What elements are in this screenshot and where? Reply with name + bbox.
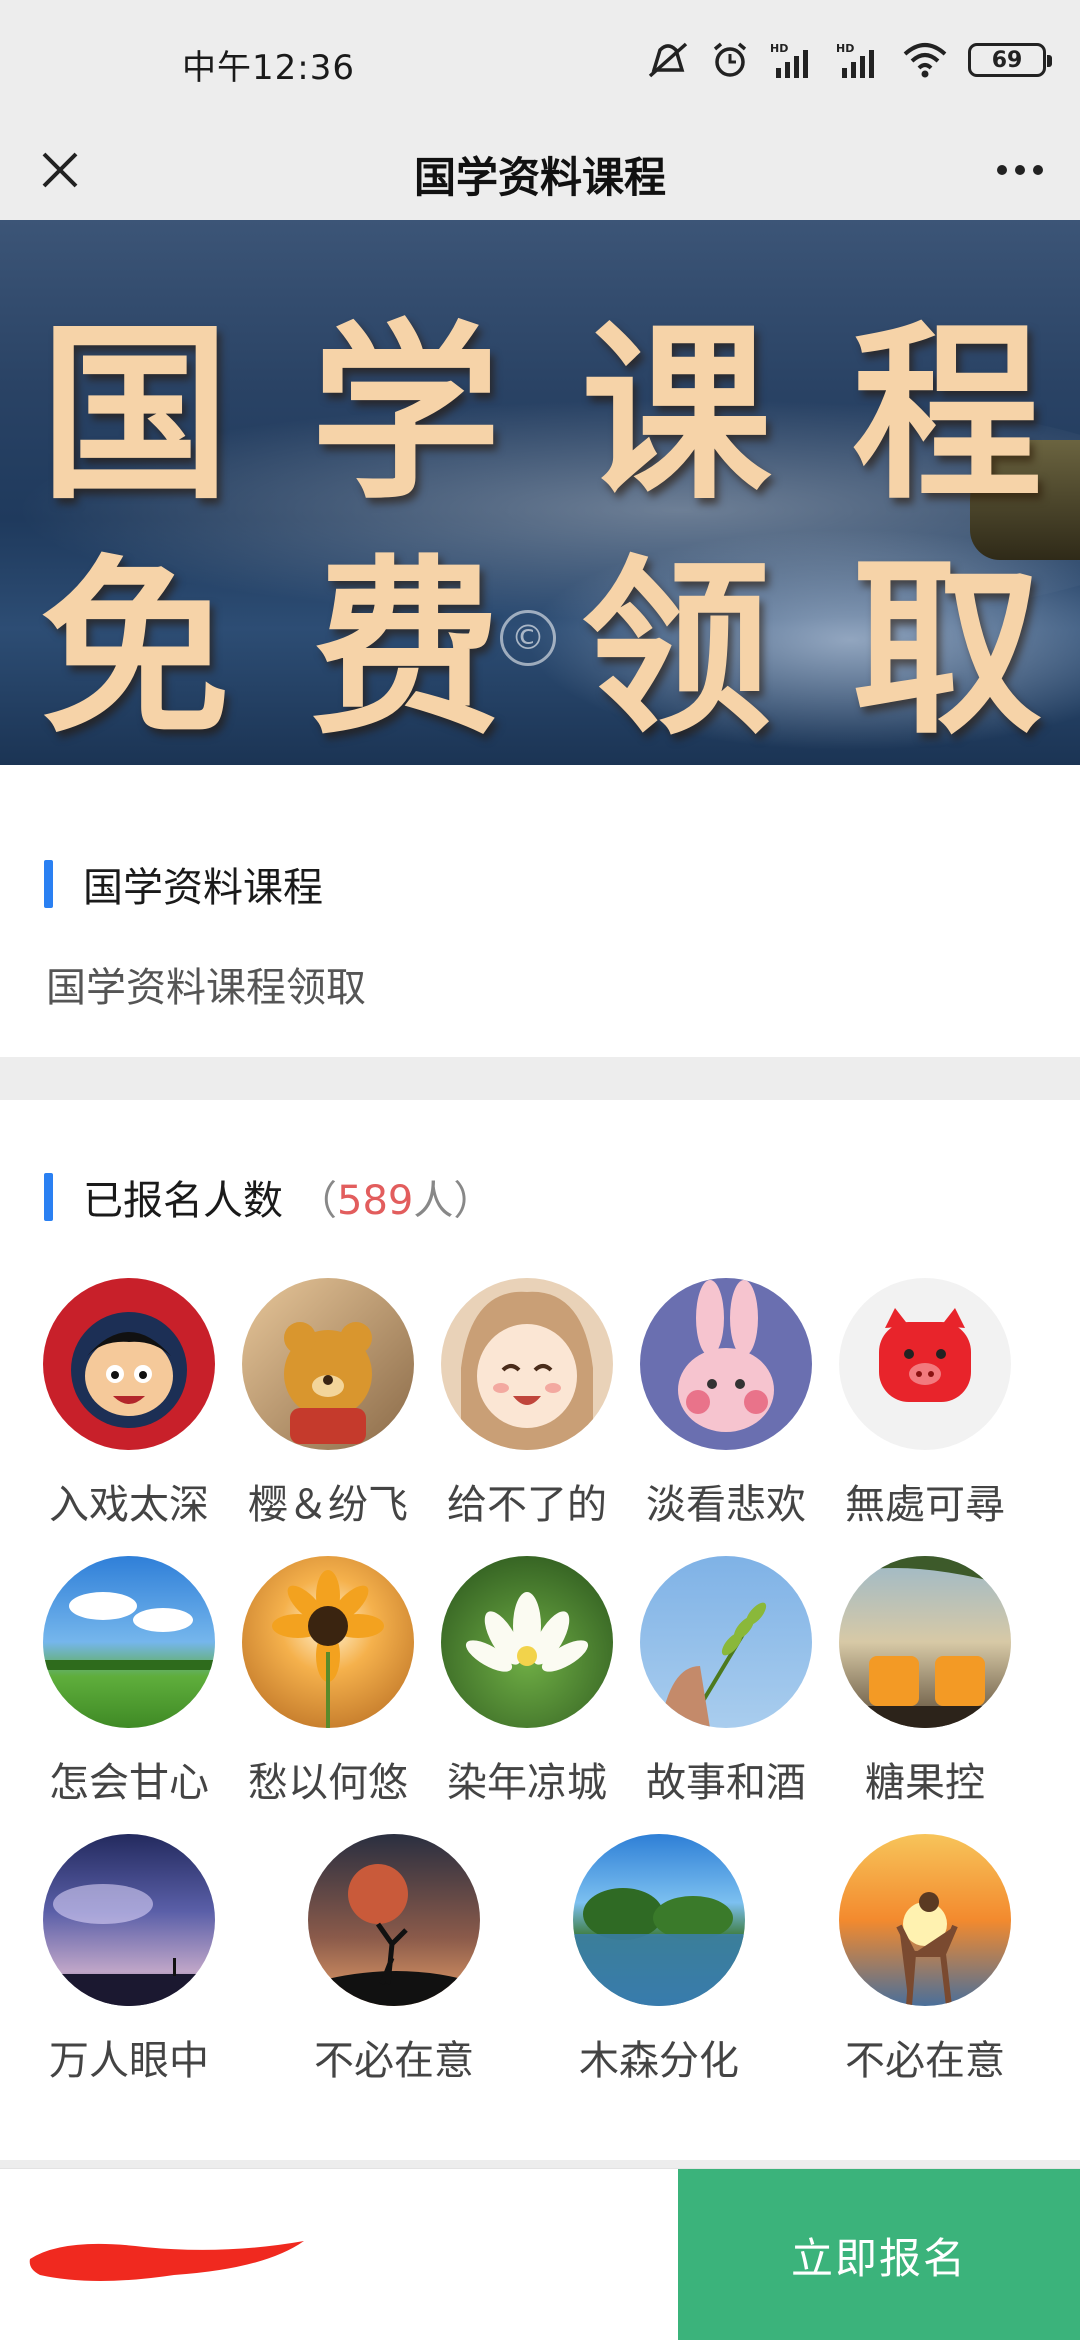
list-item[interactable]: 愁以何悠: [233, 1556, 423, 1808]
status-icons: HD HD 69: [646, 38, 1052, 82]
enrollment-card: 已报名人数 （589人） 入戏太深 樱＆纷飞 给不了的 淡看悲欢 無處可尋 怎会…: [0, 1100, 1080, 2160]
enrollment-count: （589人）: [297, 1168, 493, 1226]
member-name: 故事和酒: [646, 1760, 806, 1806]
list-item[interactable]: 糖果控: [830, 1556, 1020, 1808]
more-dot-icon: [997, 165, 1007, 175]
member-name: 入戏太深: [49, 1482, 209, 1528]
member-name: 愁以何悠: [248, 1760, 408, 1806]
count-open-paren: （: [297, 1178, 337, 1224]
status-bar: 中午12:36 HD HD 69: [0, 0, 1080, 120]
copyright-icon: ©: [500, 610, 556, 666]
list-item[interactable]: 给不了的: [432, 1278, 622, 1530]
banner-char: 费: [310, 537, 509, 760]
avatar: [640, 1278, 812, 1450]
count-unit: 人）: [413, 1178, 494, 1224]
avatar: [242, 1556, 414, 1728]
member-name: 给不了的: [447, 1482, 607, 1528]
alarm-clock-icon: [713, 42, 747, 77]
banner-headline-1: 国 学 课 程: [40, 260, 1050, 535]
section-header: 已报名人数 （589人）: [44, 1168, 493, 1226]
list-item[interactable]: 不必在意: [830, 1834, 1020, 2086]
list-item[interactable]: 無處可尋: [830, 1278, 1020, 1530]
banner-char: 学: [310, 302, 509, 525]
more-button[interactable]: [988, 138, 1052, 202]
list-item[interactable]: 淡看悲欢: [631, 1278, 821, 1530]
list-item[interactable]: 不必在意: [299, 1834, 489, 2086]
member-name: 淡看悲欢: [646, 1482, 806, 1528]
list-item[interactable]: 怎会甘心: [34, 1556, 224, 1808]
list-item[interactable]: 樱＆纷飞: [233, 1278, 423, 1530]
avatar: [43, 1278, 215, 1450]
banner-char: 课: [581, 302, 780, 525]
avatar: [441, 1556, 613, 1728]
more-dot-icon: [1033, 165, 1043, 175]
avatar: [441, 1278, 613, 1450]
banner-char: 免: [40, 537, 239, 760]
avatar: [308, 1834, 480, 2006]
member-name: 木森分化: [579, 2038, 739, 2084]
count-number: 589: [337, 1178, 414, 1224]
course-banner: 国 学 课 程 免 费 领 取 ©: [0, 220, 1080, 765]
banner-char: 国: [40, 302, 239, 525]
member-name: 樱＆纷飞: [248, 1482, 408, 1528]
svg-text:HD: HD: [770, 42, 788, 55]
list-item[interactable]: 入戏太深: [34, 1278, 224, 1530]
avatar: [43, 1556, 215, 1728]
banner-char: 取: [851, 537, 1050, 760]
status-time: 中午12:36: [182, 48, 355, 88]
member-name: 無處可尋: [845, 1482, 1005, 1528]
avatar: [839, 1834, 1011, 2006]
list-item[interactable]: 染年凉城: [432, 1556, 622, 1808]
page-title: 国学资料课程: [413, 153, 666, 202]
alarm-muted-icon: [648, 42, 688, 78]
section-accent-bar: [44, 1173, 53, 1221]
course-info-card: 国学资料课程 国学资料课程领取: [0, 765, 1080, 1057]
title-bar: 国学资料课程: [0, 120, 1080, 220]
avatar: [839, 1556, 1011, 1728]
avatar: [839, 1278, 1011, 1450]
avatar: [242, 1278, 414, 1450]
member-name: 不必在意: [845, 2038, 1005, 2084]
signal-hd-icon-2: HD: [836, 42, 874, 78]
avatar: [640, 1556, 812, 1728]
redaction-scribble: [29, 2241, 304, 2281]
section-accent-bar: [44, 860, 53, 908]
battery-icon: 69: [968, 43, 1052, 77]
member-name: 万人眼中: [49, 2038, 209, 2084]
banner-char: 程: [851, 302, 1050, 525]
avatar: [43, 1834, 215, 2006]
course-description: 国学资料课程领取: [46, 965, 366, 1011]
member-name: 不必在意: [314, 2038, 474, 2084]
list-item[interactable]: 木森分化: [564, 1834, 754, 2086]
enrollment-label: 已报名人数: [83, 1178, 283, 1224]
list-item[interactable]: 故事和酒: [631, 1556, 821, 1808]
bottom-bar: 立即报名: [0, 2168, 1080, 2340]
wifi-icon: [903, 43, 947, 78]
course-title: 国学资料课程: [83, 865, 323, 911]
signal-hd-icon-1: HD: [770, 42, 808, 78]
member-name: 怎会甘心: [49, 1760, 209, 1806]
section-header: 国学资料课程: [44, 855, 323, 913]
member-name: 染年凉城: [447, 1760, 607, 1806]
banner-char: 领: [581, 537, 780, 760]
member-name: 糖果控: [865, 1760, 985, 1806]
signup-button[interactable]: 立即报名: [678, 2169, 1080, 2340]
list-item[interactable]: 万人眼中: [34, 1834, 224, 2086]
svg-text:HD: HD: [836, 42, 854, 55]
avatar: [573, 1834, 745, 2006]
more-dot-icon: [1015, 165, 1025, 175]
